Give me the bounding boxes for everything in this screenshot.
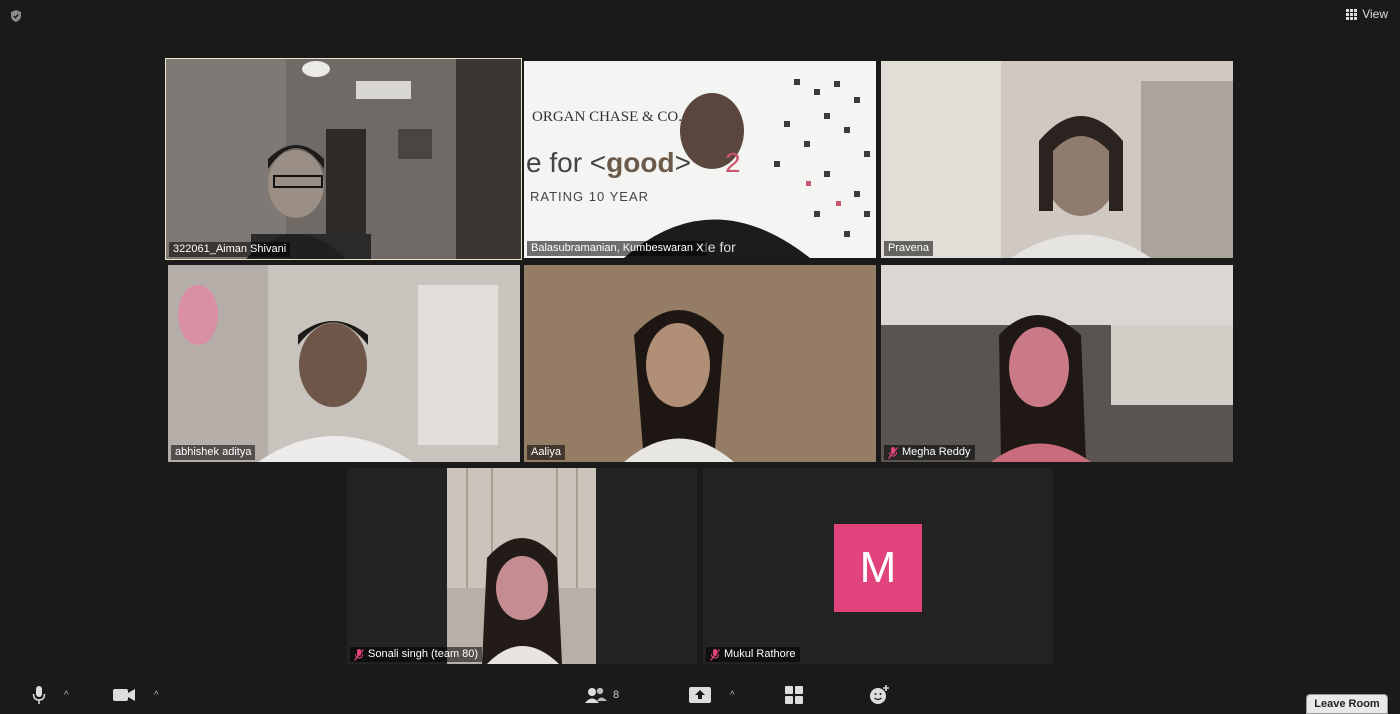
video-options-chevron-icon[interactable]: ^ xyxy=(154,684,159,706)
audio-options-chevron-icon[interactable]: ^ xyxy=(64,684,69,706)
share-screen-button[interactable] xyxy=(689,684,711,706)
video-tile-aiman[interactable]: 322061_Aiman Shivani xyxy=(165,58,522,260)
view-button[interactable]: View xyxy=(1346,6,1388,22)
video-feed xyxy=(524,265,876,462)
video-tile-mukul[interactable]: M Mukul Rathore xyxy=(703,468,1053,664)
share-options-chevron-icon[interactable]: ^ xyxy=(730,684,735,706)
video-feed xyxy=(168,265,520,462)
mute-button[interactable] xyxy=(32,684,46,706)
video-feed xyxy=(881,61,1233,258)
grid-view-icon xyxy=(1346,8,1358,20)
video-tile-pravena[interactable]: Pravena xyxy=(881,61,1233,258)
gallery-view-button[interactable] xyxy=(785,684,803,706)
video-tile-aaliya[interactable]: Aaliya xyxy=(524,265,876,462)
muted-mic-icon xyxy=(888,446,898,459)
video-tile-megha[interactable]: Megha Reddy xyxy=(881,265,1233,462)
view-label: View xyxy=(1362,7,1388,21)
participant-name-tag: Pravena xyxy=(884,241,933,256)
gallery-grid-icon xyxy=(785,686,803,704)
participants-count: 8 xyxy=(613,689,620,701)
participants-icon xyxy=(585,687,607,703)
video-tile-kumbeswaran[interactable]: ORGAN CHASE & CO. e for <good> 2 RATING 1… xyxy=(524,61,876,258)
microphone-icon xyxy=(32,686,46,704)
reactions-button[interactable] xyxy=(870,684,890,706)
participant-name-tag: Megha Reddy xyxy=(884,445,975,460)
emoji-reaction-icon xyxy=(870,685,889,704)
video-button[interactable] xyxy=(113,684,135,706)
participant-name-tag: Balasubramanian, Kumbeswaran X xyxy=(527,241,708,256)
leave-room-button[interactable]: Leave Room xyxy=(1306,694,1388,714)
video-feed xyxy=(166,59,521,259)
security-shield-icon[interactable] xyxy=(9,9,23,23)
participants-button[interactable]: 8 xyxy=(585,684,619,706)
muted-mic-icon xyxy=(354,648,364,661)
muted-mic-icon xyxy=(710,648,720,661)
share-screen-icon xyxy=(689,687,711,703)
participant-name-tag: Aaliya xyxy=(527,445,565,460)
video-feed xyxy=(447,468,596,664)
participant-name-tag: Mukul Rathore xyxy=(706,647,800,662)
meeting-toolbar: ^ ^ 8 ^ Leave Room xyxy=(0,680,1400,714)
participant-name-tag: abhishek aditya xyxy=(171,445,256,460)
avatar: M xyxy=(834,524,922,612)
camera-icon xyxy=(113,689,135,701)
video-tile-abhishek[interactable]: abhishek aditya xyxy=(168,265,520,462)
banner-company: ORGAN CHASE & CO. xyxy=(532,109,683,125)
participant-name-tag: Sonali singh (team 80) xyxy=(350,647,483,662)
banner-headline: e for <good> 2 xyxy=(526,147,741,178)
video-feed xyxy=(881,265,1233,462)
participant-name-tag: 322061_Aiman Shivani xyxy=(169,242,291,257)
video-tile-sonali[interactable]: Sonali singh (team 80) xyxy=(347,468,697,664)
banner-subline: RATING 10 YEAR xyxy=(530,189,649,204)
